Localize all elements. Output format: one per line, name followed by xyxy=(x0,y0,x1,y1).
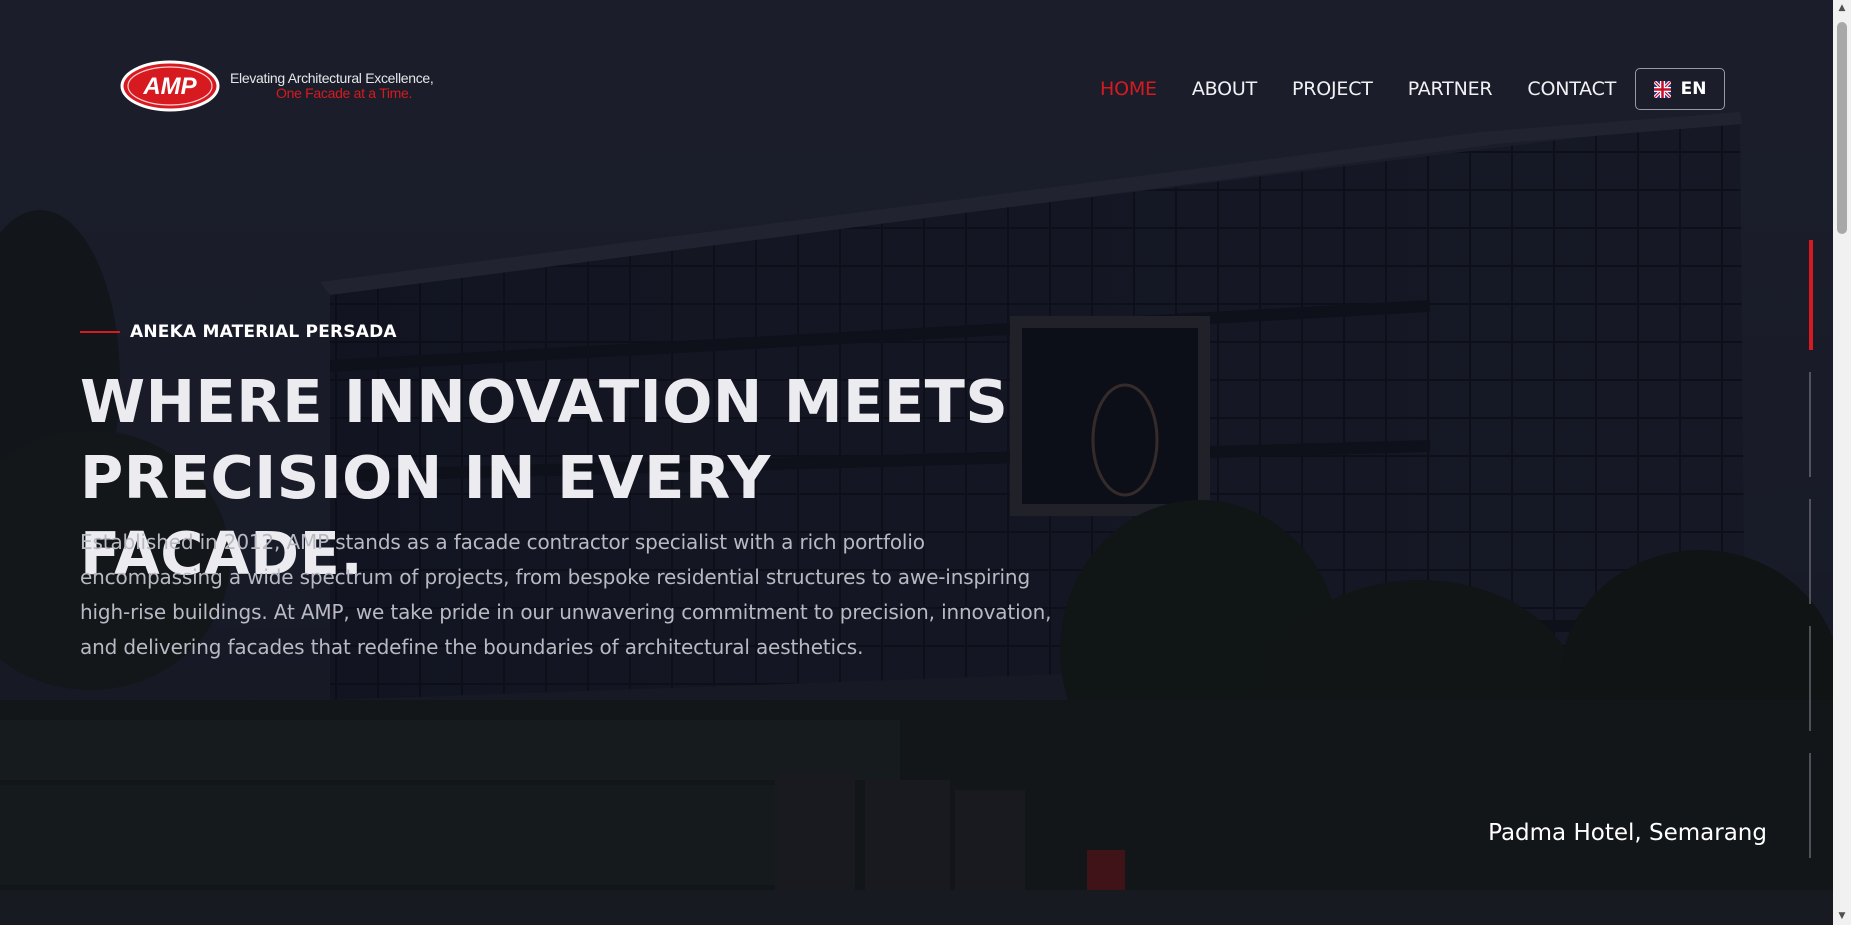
scroll-up-arrow-icon[interactable]: ▲ xyxy=(1833,0,1851,17)
site-logo[interactable]: AMP Elevating Architectural Excellence, … xyxy=(120,60,434,112)
tagline-line-2: One Facade at a Time. xyxy=(276,85,413,101)
slide-indicator-4[interactable] xyxy=(1809,626,1811,731)
language-switch-button[interactable]: EN xyxy=(1635,68,1725,110)
eyebrow-text: ANEKA MATERIAL PERSADA xyxy=(130,322,397,342)
project-caption: Padma Hotel, Semarang xyxy=(1488,820,1767,846)
nav-item-about[interactable]: ABOUT xyxy=(1192,78,1257,100)
slide-indicator-3[interactable] xyxy=(1809,499,1811,604)
nav-item-partner[interactable]: PARTNER xyxy=(1408,78,1493,100)
uk-flag-icon xyxy=(1653,80,1671,98)
page-scrollbar[interactable]: ▲ ▼ xyxy=(1833,0,1851,925)
slide-indicator-2[interactable] xyxy=(1809,372,1811,477)
logo-text: AMP xyxy=(142,73,197,100)
headline-line-1: WHERE INNOVATION MEETS xyxy=(80,367,1009,436)
scroll-down-arrow-icon[interactable]: ▼ xyxy=(1833,908,1851,925)
slide-indicators xyxy=(1809,240,1813,880)
main-nav: HOME ABOUT PROJECT PARTNER CONTACT xyxy=(1100,78,1651,100)
amp-logo-icon: AMP xyxy=(120,60,220,112)
eyebrow-accent-line xyxy=(80,331,120,333)
language-label: EN xyxy=(1680,79,1707,99)
scrollbar-thumb[interactable] xyxy=(1837,22,1847,234)
slide-indicator-1[interactable] xyxy=(1809,240,1813,350)
logo-tagline: Elevating Architectural Excellence, One … xyxy=(230,71,434,101)
nav-item-project[interactable]: PROJECT xyxy=(1292,78,1373,100)
nav-item-home[interactable]: HOME xyxy=(1100,78,1157,100)
page: AMP Elevating Architectural Excellence, … xyxy=(0,0,1851,925)
site-header: AMP Elevating Architectural Excellence, … xyxy=(0,0,1833,180)
hero-eyebrow: ANEKA MATERIAL PERSADA xyxy=(80,322,397,342)
hero-description: Established in 2012, AMP stands as a fac… xyxy=(80,530,1052,659)
slide-indicator-5[interactable] xyxy=(1809,753,1811,858)
nav-item-contact[interactable]: CONTACT xyxy=(1527,78,1616,100)
tagline-line-1: Elevating Architectural Excellence, xyxy=(230,70,434,86)
